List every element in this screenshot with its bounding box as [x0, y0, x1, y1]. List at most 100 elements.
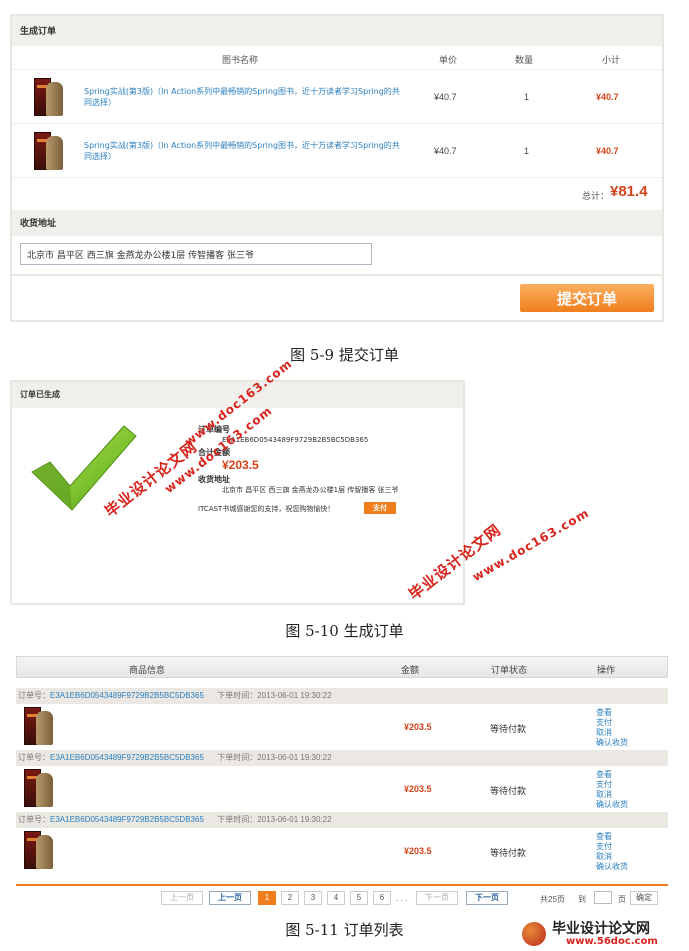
order-header: 订单号：E3A1EB6D0543489F9729B2B5BC5DB365 下单时…: [16, 750, 668, 766]
order-amount: ¥203.5: [404, 722, 432, 732]
table-header: 商品信息 金额 订单状态 操作: [16, 656, 668, 678]
col-qty: 数量: [515, 55, 534, 65]
book-cover-image[interactable]: [34, 78, 64, 116]
view-link[interactable]: 查看: [596, 708, 628, 718]
page-button[interactable]: 3: [304, 891, 322, 905]
subtotal: ¥40.7: [596, 146, 619, 156]
book-cover-image[interactable]: [24, 707, 54, 745]
address-value: 北京市 昌平区 西三旗 金燕龙办公楼1层 传智播客 张三爷: [222, 486, 399, 494]
view-link[interactable]: 查看: [596, 770, 628, 780]
order-time: 2013-06-01 19:30:22: [257, 753, 332, 762]
book-cover-image[interactable]: [34, 132, 64, 170]
confirm-receipt-link[interactable]: 确认收货: [596, 800, 628, 810]
order-status: 等待付款: [490, 786, 527, 796]
order-number-link[interactable]: E3A1EB6D0543489F9729B2B5BC5DB365: [50, 691, 204, 700]
next-page-disabled[interactable]: 下一页: [416, 891, 458, 905]
order-created-panel: 订单已生成 订单编号 E3A1EB6D0543489F9729B2B5BC5DB…: [10, 380, 465, 605]
unit-price: ¥40.7: [434, 92, 457, 102]
order-group: 订单号：E3A1EB6D0543489F9729B2B5BC5DB365 下单时…: [16, 750, 668, 812]
goto-confirm-button[interactable]: 确定: [630, 891, 658, 905]
order-group: 订单号：E3A1EB6D0543489F9729B2B5BC5DB365 下单时…: [16, 688, 668, 750]
figure-caption: 图 5-9 提交订单: [290, 346, 399, 364]
col-item-info: 商品信息: [129, 665, 166, 675]
col-amount: 金额: [401, 665, 420, 675]
order-header: 订单号：E3A1EB6D0543489F9729B2B5BC5DB365 下单时…: [16, 812, 668, 828]
thanks-message: ITCAST书城感谢您的支持，祝您购物愉快！: [198, 505, 335, 513]
pay-link[interactable]: 支付: [596, 718, 628, 728]
order-number-link[interactable]: E3A1EB6D0543489F9729B2B5BC5DB365: [50, 815, 204, 824]
first-page-button[interactable]: 上一页: [161, 891, 203, 905]
page-number-input[interactable]: [594, 891, 612, 904]
next-page-button[interactable]: 下一页: [466, 891, 508, 905]
submit-order-panel: 生成订单 图书名称 单价 数量 小计 Spring实战(第3版)（In Acti…: [10, 14, 664, 322]
table-row: Spring实战(第3版)（In Action系列中最畅销的Spring图书，近…: [12, 124, 662, 178]
order-list-panel: 商品信息 金额 订单状态 操作 订单号：E3A1EB6D0543489F9729…: [16, 656, 668, 906]
site-logo: 毕业设计论文网 www.56doc.com: [518, 918, 688, 950]
col-price: 单价: [439, 55, 458, 65]
page-button[interactable]: 5: [350, 891, 368, 905]
page-button[interactable]: 4: [327, 891, 345, 905]
prev-page-button[interactable]: 上一页: [209, 891, 251, 905]
quantity: 1: [524, 146, 530, 156]
order-actions: 查看 支付 取消 确认收货: [596, 708, 628, 748]
col-subtotal: 小计: [602, 55, 621, 65]
pagination: 上一页 上一页 1 2 3 4 5 6 . . . 下一页 下一页 共25页 到…: [16, 884, 668, 906]
submit-order-button[interactable]: 提交订单: [520, 284, 654, 312]
address-label: 收货地址: [198, 475, 230, 484]
book-title-link[interactable]: Spring实战(第3版)（In Action系列中最畅销的Spring图书，近…: [84, 86, 404, 108]
confirm-receipt-link[interactable]: 确认收货: [596, 862, 628, 872]
page-button[interactable]: 2: [281, 891, 299, 905]
total-amount: ¥203.5: [222, 458, 259, 472]
pay-link[interactable]: 支付: [596, 842, 628, 852]
submit-area: 提交订单: [12, 274, 662, 324]
subtotal: ¥40.7: [596, 92, 619, 102]
page-button[interactable]: 6: [373, 891, 391, 905]
order-header: 订单号：E3A1EB6D0543489F9729B2B5BC5DB365 下单时…: [16, 688, 668, 704]
cancel-link[interactable]: 取消: [596, 728, 628, 738]
book-cover-image[interactable]: [24, 769, 54, 807]
figure-caption: 图 5-10 生成订单: [285, 622, 404, 640]
order-actions: 查看 支付 取消 确认收货: [596, 832, 628, 872]
cancel-link[interactable]: 取消: [596, 790, 628, 800]
order-number-link[interactable]: E3A1EB6D0543489F9729B2B5BC5DB365: [50, 753, 204, 762]
book-cover-image[interactable]: [24, 831, 54, 869]
pay-button[interactable]: 支付: [364, 502, 396, 514]
confirm-receipt-link[interactable]: 确认收货: [596, 738, 628, 748]
col-status: 订单状态: [491, 665, 528, 675]
pager-ellipsis: . . .: [396, 894, 408, 903]
logo-name: 毕业设计论文网: [552, 921, 650, 937]
view-link[interactable]: 查看: [596, 832, 628, 842]
order-amount: ¥203.5: [404, 846, 432, 856]
order-amount: ¥203.5: [404, 784, 432, 794]
address-input[interactable]: [20, 243, 372, 265]
order-time: 2013-06-01 19:30:22: [257, 691, 332, 700]
table-row: Spring实战(第3版)（In Action系列中最畅销的Spring图书，近…: [12, 70, 662, 124]
page-button[interactable]: 1: [258, 891, 276, 905]
col-ops: 操作: [597, 665, 616, 675]
order-actions: 查看 支付 取消 确认收货: [596, 770, 628, 810]
col-book-name: 图书名称: [222, 55, 259, 65]
total-label: 总计：: [582, 191, 610, 201]
order-group: 订单号：E3A1EB6D0543489F9729B2B5BC5DB365 下单时…: [16, 812, 668, 874]
book-title-link[interactable]: Spring实战(第3版)（In Action系列中最畅销的Spring图书，近…: [84, 140, 404, 162]
order-row: ¥203.5 等待付款 查看 支付 取消 确认收货: [16, 828, 668, 874]
order-status: 等待付款: [490, 724, 527, 734]
table-header: 图书名称 单价 数量 小计: [12, 46, 662, 70]
total-pages: 共25页: [540, 895, 565, 904]
address-section: [12, 236, 662, 274]
quantity: 1: [524, 92, 530, 102]
order-row: ¥203.5 等待付款 查看 支付 取消 确认收货: [16, 766, 668, 812]
pay-link[interactable]: 支付: [596, 780, 628, 790]
order-status: 等待付款: [490, 848, 527, 858]
panel-header: 生成订单: [12, 16, 662, 46]
cancel-link[interactable]: 取消: [596, 852, 628, 862]
logo-url: www.56doc.com: [566, 936, 658, 947]
goto-label: 到: [578, 895, 586, 904]
order-time: 2013-06-01 19:30:22: [257, 815, 332, 824]
unit-price: ¥40.7: [434, 146, 457, 156]
page-unit-label: 页: [618, 895, 626, 904]
total-amount: ¥81.4: [610, 183, 648, 200]
address-header: 收货地址: [12, 210, 662, 236]
order-total: 总计： ¥81.4: [12, 178, 662, 210]
order-row: ¥203.5 等待付款 查看 支付 取消 确认收货: [16, 704, 668, 750]
